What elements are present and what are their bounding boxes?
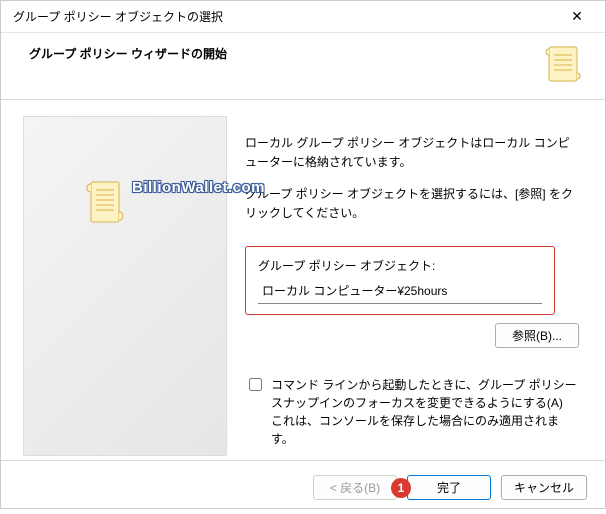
wizard-title: グループ ポリシー ウィザードの開始 bbox=[29, 43, 227, 62]
titlebar: グループ ポリシー オブジェクトの選択 ✕ bbox=[1, 1, 605, 33]
browse-button[interactable]: 参照(B)... bbox=[495, 323, 579, 348]
description-2: グループ ポリシー オブジェクトを選択するには、[参照] をクリックしてください… bbox=[245, 185, 579, 222]
scroll-icon bbox=[543, 43, 585, 85]
checkbox-text-wrap: コマンド ラインから起動したときに、グループ ポリシー スナップインのフォーカス… bbox=[271, 376, 579, 448]
wizard-header: グループ ポリシー ウィザードの開始 bbox=[1, 33, 605, 100]
watermark-text: BillionWallet.com bbox=[132, 179, 265, 196]
gpo-highlight-box: グループ ポリシー オブジェクト: ローカル コンピューター¥25hours bbox=[245, 246, 555, 315]
gpo-value-field[interactable]: ローカル コンピューター¥25hours bbox=[258, 280, 542, 304]
wizard-footer: < 戻る(B) 完了 キャンセル 1 bbox=[1, 460, 605, 514]
finish-button[interactable]: 完了 bbox=[407, 475, 491, 500]
scroll-icon bbox=[84, 177, 128, 229]
cancel-button[interactable]: キャンセル bbox=[501, 475, 587, 500]
main-panel: ローカル グループ ポリシー オブジェクトはローカル コンピューターに格納されて… bbox=[245, 116, 585, 460]
window-title: グループ ポリシー オブジェクトの選択 bbox=[13, 8, 223, 25]
back-button[interactable]: < 戻る(B) bbox=[313, 475, 397, 500]
annotation-badge-1: 1 bbox=[391, 478, 411, 498]
focus-change-checkbox[interactable] bbox=[249, 378, 262, 391]
side-graphic-panel: BillionWallet.com bbox=[23, 116, 227, 456]
gpo-label: グループ ポリシー オブジェクト: bbox=[258, 257, 542, 274]
checkbox-label: コマンド ラインから起動したときに、グループ ポリシー スナップインのフォーカス… bbox=[271, 378, 577, 410]
description-1: ローカル グループ ポリシー オブジェクトはローカル コンピューターに格納されて… bbox=[245, 134, 579, 171]
close-icon[interactable]: ✕ bbox=[557, 3, 597, 31]
checkbox-note: これは、コンソールを保存した場合にのみ適用されます。 bbox=[271, 414, 559, 446]
wizard-content: BillionWallet.com ローカル グループ ポリシー オブジェクトは… bbox=[1, 100, 605, 460]
